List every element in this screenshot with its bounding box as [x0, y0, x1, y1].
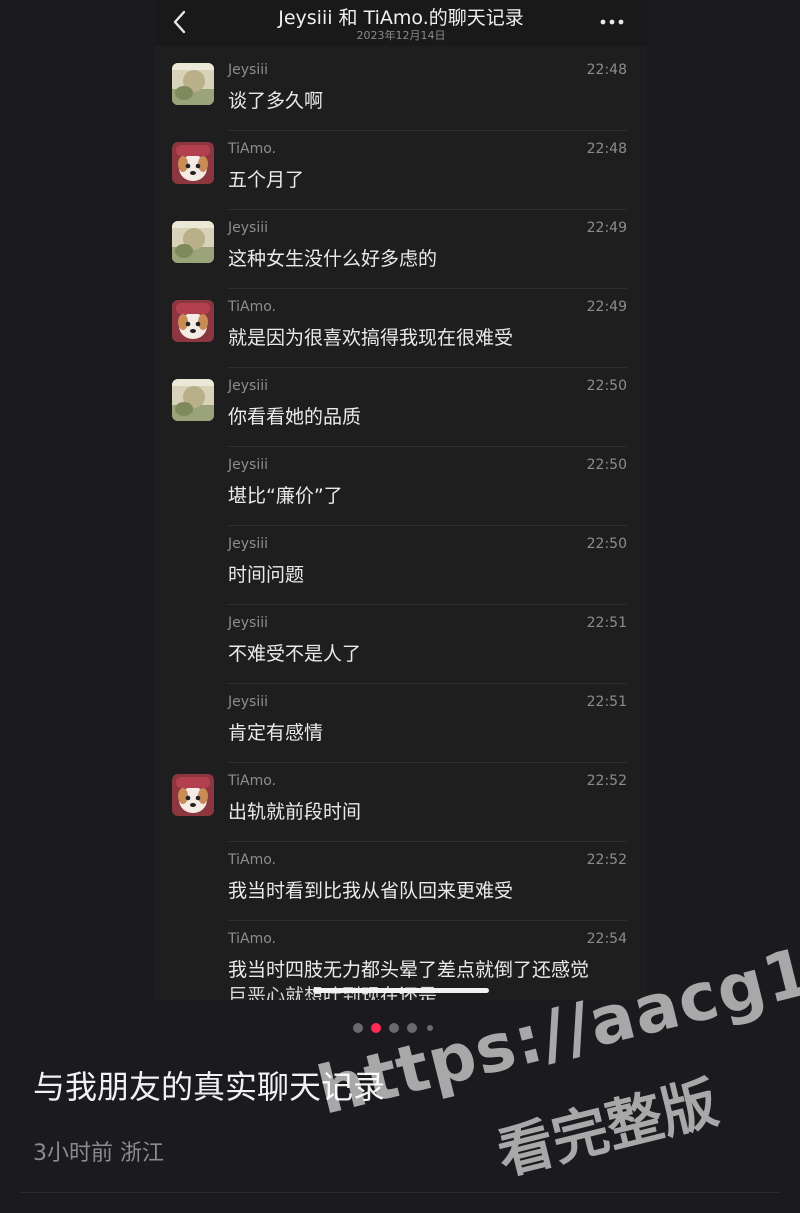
message-sender: TiAmo. [228, 299, 276, 315]
message-sender: Jeysiii [228, 62, 268, 78]
message-text: 堪比“廉价”了 [228, 485, 343, 507]
post-meta: 3小时前 浙江 [33, 1141, 164, 1166]
message-text: 肯定有感情 [228, 722, 324, 744]
message-text: 你看看她的品质 [228, 406, 362, 428]
pager-dot[interactable] [371, 1023, 381, 1033]
message-text: 这种女生没什么好多虑的 [228, 248, 438, 270]
chat-history-panel: Jeysiii 和 TiAmo.的聊天记录 2023年12月14日 Jeysii… [155, 0, 647, 1000]
message-time: 22:52 [586, 773, 627, 789]
message-row[interactable]: Jeysiii 22:51 不难受不是人了 [155, 605, 647, 684]
message-row[interactable]: TiAmo. 22:48 五个月了 [155, 131, 647, 210]
message-row[interactable]: TiAmo. 22:52 出轨就前段时间 [155, 763, 647, 842]
avatar[interactable] [172, 63, 214, 105]
back-arrow-icon[interactable] [169, 8, 191, 36]
message-time: 22:50 [586, 536, 627, 552]
more-options-icon[interactable] [599, 12, 625, 32]
message-text: 出轨就前段时间 [228, 801, 362, 823]
chat-date: 2023年12月14日 [356, 29, 446, 42]
message-text: 谈了多久啊 [228, 90, 324, 112]
message-sender: Jeysiii [228, 378, 268, 394]
home-indicator [313, 988, 489, 993]
message-sender: Jeysiii [228, 615, 268, 631]
chat-title: Jeysiii 和 TiAmo.的聊天记录 [278, 7, 524, 29]
message-row[interactable]: Jeysiii 22:50 堪比“廉价”了 [155, 447, 647, 526]
message-row[interactable]: Jeysiii 22:50 你看看她的品质 [155, 368, 647, 447]
message-sender: Jeysiii [228, 694, 268, 710]
message-row[interactable]: Jeysiii 22:50 时间问题 [155, 526, 647, 605]
chat-header: Jeysiii 和 TiAmo.的聊天记录 2023年12月14日 [155, 0, 647, 46]
pager-dot[interactable] [389, 1023, 399, 1033]
message-sender: TiAmo. [228, 931, 276, 947]
pager-dot[interactable] [353, 1023, 363, 1033]
message-time: 22:49 [586, 220, 627, 236]
message-time: 22:49 [586, 299, 627, 315]
avatar[interactable] [172, 221, 214, 263]
message-time: 22:54 [586, 931, 627, 947]
message-row[interactable]: Jeysiii 22:48 谈了多久啊 [155, 52, 647, 131]
avatar[interactable] [172, 142, 214, 184]
message-sender: Jeysiii [228, 536, 268, 552]
message-text: 不难受不是人了 [228, 643, 362, 665]
message-text: 时间问题 [228, 564, 305, 586]
message-time: 22:51 [586, 694, 627, 710]
divider [20, 1192, 780, 1193]
message-time: 22:48 [586, 141, 627, 157]
avatar[interactable] [172, 379, 214, 421]
message-text: 就是因为很喜欢搞得我现在很难受 [228, 327, 514, 349]
message-row[interactable]: Jeysiii 22:49 这种女生没什么好多虑的 [155, 210, 647, 289]
message-sender: Jeysiii [228, 457, 268, 473]
message-time: 22:50 [586, 378, 627, 394]
message-sender: TiAmo. [228, 852, 276, 868]
avatar[interactable] [172, 300, 214, 342]
message-time: 22:50 [586, 457, 627, 473]
message-text: 五个月了 [228, 169, 305, 191]
message-row[interactable]: Jeysiii 22:51 肯定有感情 [155, 684, 647, 763]
message-row[interactable]: TiAmo. 22:49 就是因为很喜欢搞得我现在很难受 [155, 289, 647, 368]
message-sender: TiAmo. [228, 773, 276, 789]
message-time: 22:48 [586, 62, 627, 78]
message-time: 22:51 [586, 615, 627, 631]
message-text: 我当时看到比我从省队回来更难受 [228, 880, 514, 902]
message-sender: Jeysiii [228, 220, 268, 236]
message-row[interactable]: TiAmo. 22:52 我当时看到比我从省队回来更难受 [155, 842, 647, 921]
message-text: 我当时四肢无力都头晕了差点就倒了还感觉 [228, 959, 590, 981]
avatar[interactable] [172, 774, 214, 816]
message-time: 22:52 [586, 852, 627, 868]
message-sender: TiAmo. [228, 141, 276, 157]
